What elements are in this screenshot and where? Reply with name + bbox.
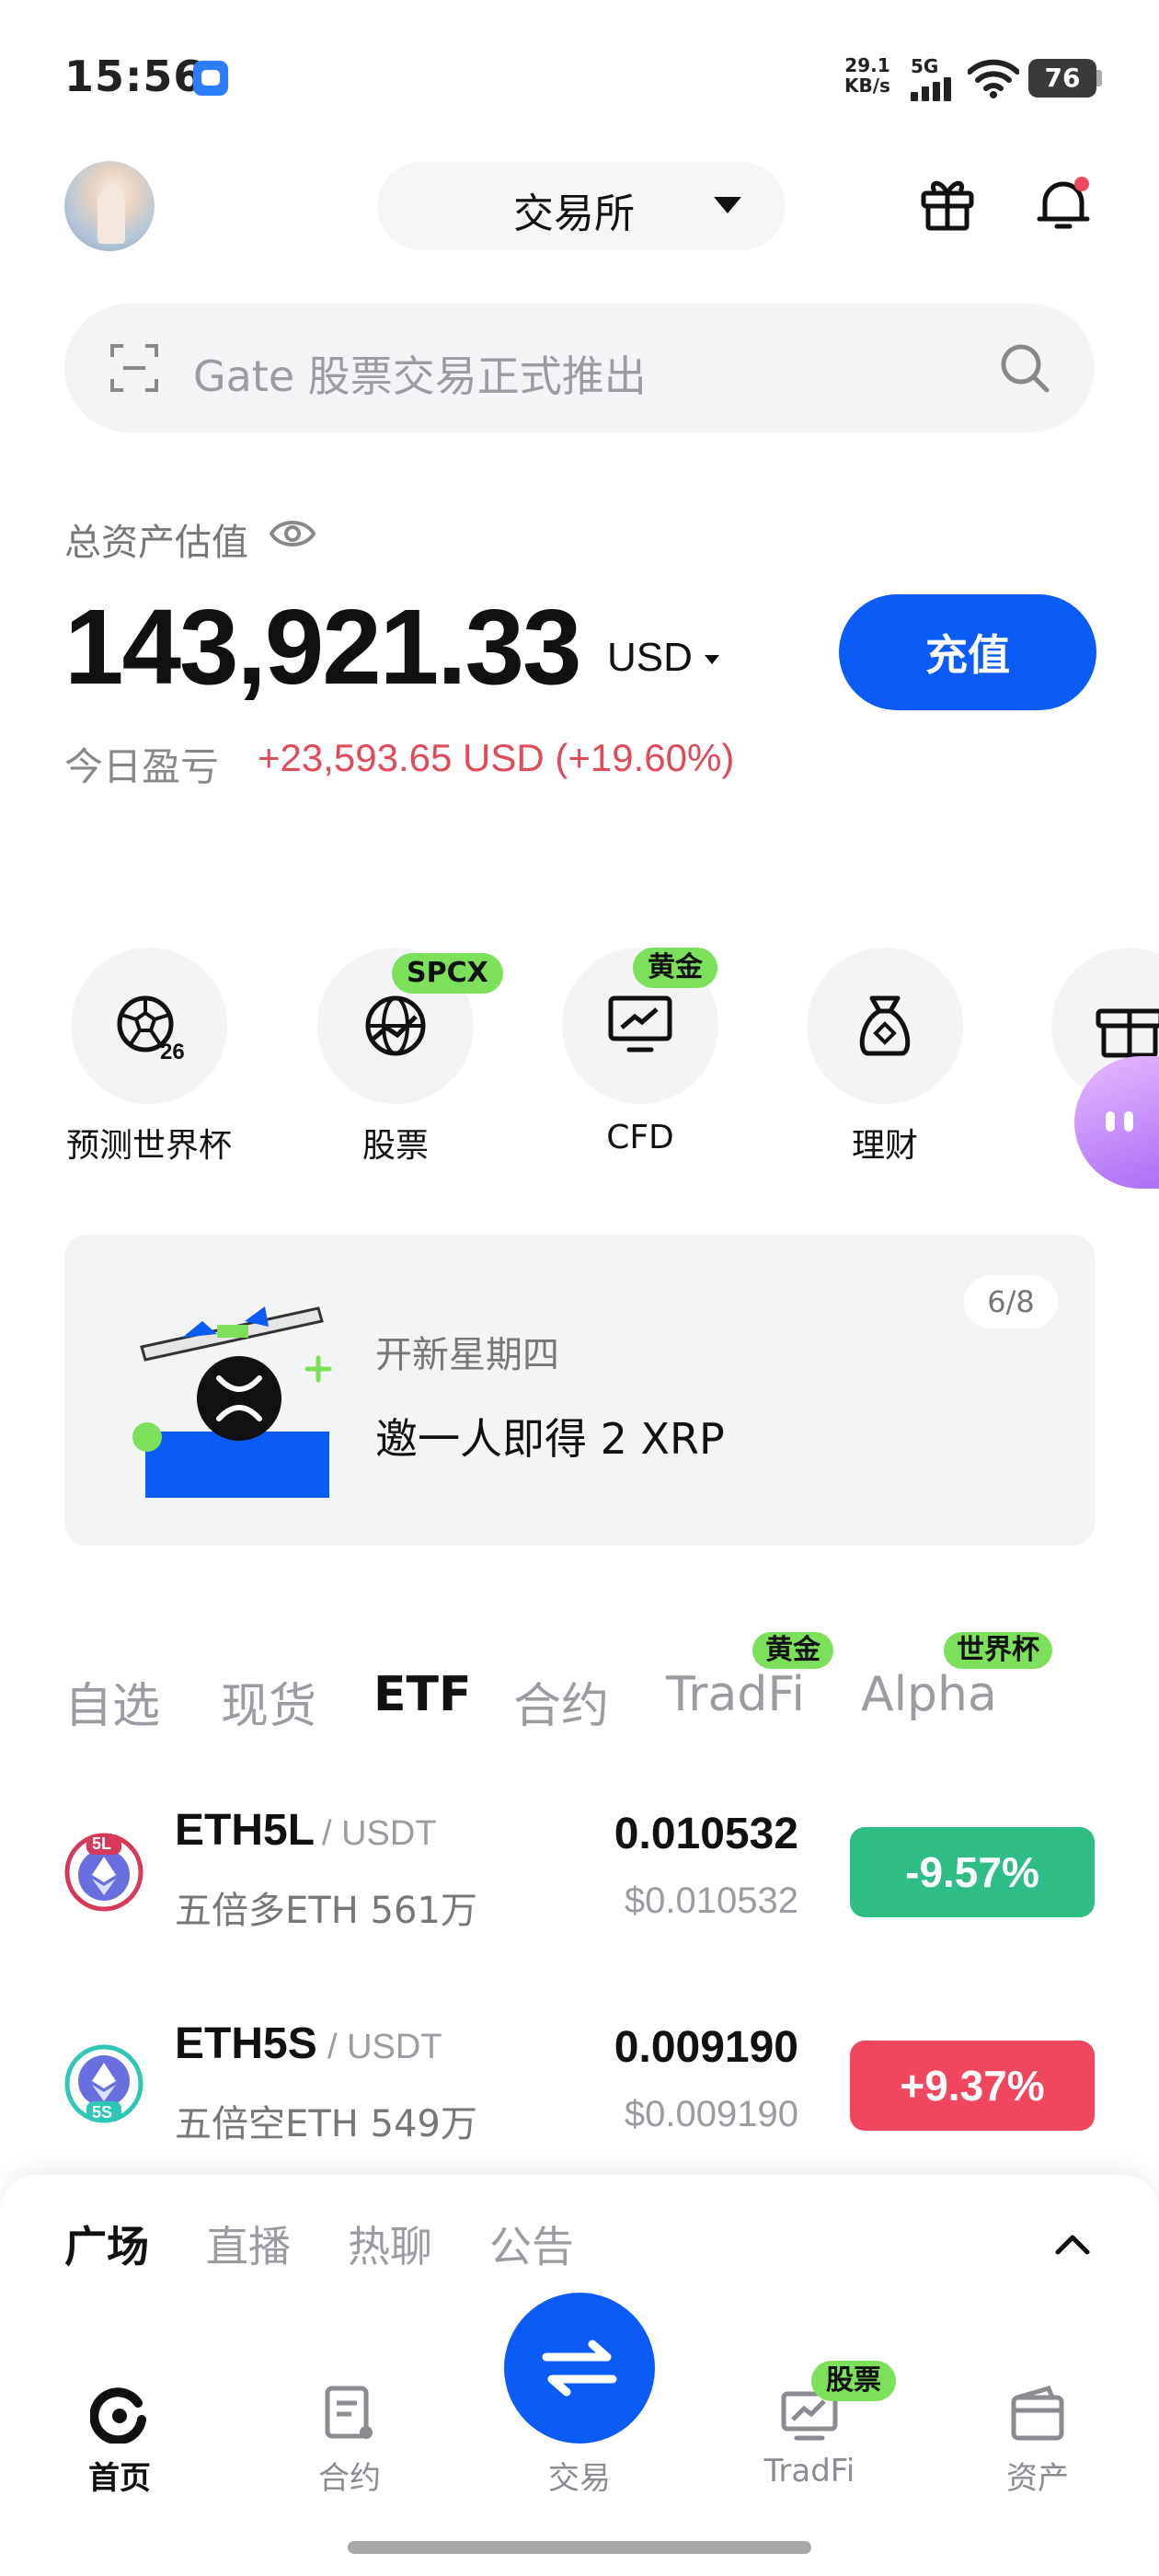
scan-icon[interactable] — [109, 342, 160, 394]
coin-symbol: ETH5S — [175, 2019, 317, 2068]
xrp-promo-illustration — [132, 1306, 332, 1498]
tab-futures[interactable]: 合约 — [513, 1667, 609, 1736]
search-placeholder: Gate 股票交易正式推出 — [193, 351, 647, 401]
tab-tradfi[interactable]: TradFi — [666, 1667, 805, 1722]
swap-arrows-icon — [542, 2340, 617, 2397]
net-speed-value: 29.1 — [844, 54, 890, 76]
sheet-tab-announcement[interactable]: 公告 — [489, 2214, 574, 2274]
signal-icon — [911, 77, 951, 101]
banner-title: 开新星期四 — [375, 1334, 559, 1376]
chevron-up-icon[interactable] — [1052, 2230, 1093, 2258]
svg-text:26: 26 — [160, 1040, 185, 1063]
tab-favorites[interactable]: 自选 — [64, 1667, 160, 1736]
wallet-icon[interactable] — [1008, 2385, 1067, 2444]
app-notification-icon — [193, 61, 228, 96]
last-price: 0.009190 — [614, 2023, 798, 2072]
change-badge[interactable]: +9.37% — [850, 2041, 1095, 2131]
avatar[interactable] — [64, 161, 155, 251]
last-price: 0.010532 — [614, 1810, 798, 1858]
shortcut-label: CFD — [606, 1119, 674, 1156]
table-row[interactable]: 5L ETH5L / USDT 五倍多ETH 561万 0.010532 $0.… — [0, 1785, 1159, 1960]
currency-selector[interactable]: USD — [607, 635, 693, 681]
coin-description: 五倍多ETH 561万 — [175, 1890, 477, 1932]
search-icon[interactable] — [997, 340, 1052, 396]
status-time: 15:56 — [64, 52, 204, 101]
nav-tag: 股票 — [811, 2361, 896, 2401]
coin-quote: / USDT — [322, 1814, 437, 1853]
nav-tradfi-label[interactable]: TradFi — [717, 2453, 901, 2490]
money-bag-icon — [859, 995, 911, 1056]
coin-description: 五倍空ETH 549万 — [175, 2103, 477, 2145]
contract-icon[interactable] — [320, 2385, 379, 2444]
banner-text: 邀一人即得 2 XRP — [375, 1414, 725, 1464]
home-icon[interactable] — [90, 2385, 149, 2444]
tab-spot[interactable]: 现货 — [221, 1667, 316, 1736]
world-cup-ball-icon: 26 — [117, 995, 185, 1063]
coin-quote: / USDT — [327, 2028, 442, 2066]
notification-bell-icon[interactable] — [1036, 175, 1091, 234]
table-row[interactable]: 5S ETH5S / USDT 五倍空ETH 549万 0.009190 $0.… — [0, 1998, 1159, 2173]
battery-indicator: 76 — [1028, 59, 1096, 98]
nav-trade-label[interactable]: 交易 — [488, 2453, 671, 2498]
net-speed: 29.1 KB/s — [844, 55, 890, 96]
wifi-icon — [968, 59, 1019, 98]
today-pnl-label: 今日盈亏 — [64, 744, 220, 789]
coin-symbol: ETH5L — [175, 1806, 316, 1855]
coin-badge: 5S — [92, 2103, 113, 2122]
battery-tip — [1096, 70, 1102, 86]
globe-chart-icon — [365, 995, 426, 1056]
price-usd: $0.010532 — [624, 1880, 798, 1921]
sheet-tab-chat[interactable]: 热聊 — [348, 2214, 432, 2274]
change-badge[interactable]: -9.57% — [850, 1827, 1095, 1917]
eye-icon[interactable] — [269, 515, 316, 552]
shortcut-label: 预测世界杯 — [65, 1127, 232, 1165]
banner-page-indicator: 6/8 — [964, 1275, 1058, 1328]
home-indicator[interactable] — [348, 2541, 811, 2554]
total-assets-value: 143,921.33 — [64, 587, 582, 707]
sheet-tab-square[interactable]: 广场 — [64, 2214, 149, 2274]
nav-contract-label[interactable]: 合约 — [258, 2453, 442, 2498]
shortcut-tag: SPCX — [392, 953, 503, 994]
total-assets-label: 总资产估值 — [64, 522, 248, 564]
gift-icon[interactable] — [920, 175, 975, 232]
nav-home-label[interactable]: 首页 — [28, 2453, 212, 2498]
shortcut-label: 股票 — [361, 1127, 429, 1165]
nav-assets-label[interactable]: 资产 — [946, 2453, 1130, 2498]
today-pnl-value: +23,593.65 USD (+19.60%) — [258, 736, 735, 779]
shortcut-tag: 黄金 — [633, 948, 717, 988]
shortcut-prediction[interactable]: 26 预测世界杯 — [39, 948, 259, 1168]
coin-badge: 5L — [92, 1834, 112, 1853]
monitor-chart-icon — [608, 995, 672, 1052]
tab-etf[interactable]: ETF — [373, 1667, 472, 1722]
price-usd: $0.009190 — [624, 2094, 798, 2134]
caret-down-icon — [705, 655, 719, 664]
network-type: 5G — [911, 55, 939, 77]
tab-alpha[interactable]: Alpha — [861, 1667, 997, 1722]
shortcut-label: 理财 — [851, 1127, 918, 1165]
caret-down-icon — [714, 197, 741, 213]
deposit-button[interactable]: 充值 — [839, 594, 1096, 710]
exchange-label: 交易所 — [513, 190, 635, 237]
sheet-tab-live[interactable]: 直播 — [206, 2214, 291, 2274]
tab-tag: 黄金 — [752, 1632, 833, 1669]
shortcut-wealth[interactable]: 理财 — [775, 948, 995, 1168]
gift-box-icon — [1096, 1008, 1159, 1058]
tab-tag: 世界杯 — [944, 1632, 1052, 1669]
net-speed-unit: KB/s — [844, 75, 890, 97]
